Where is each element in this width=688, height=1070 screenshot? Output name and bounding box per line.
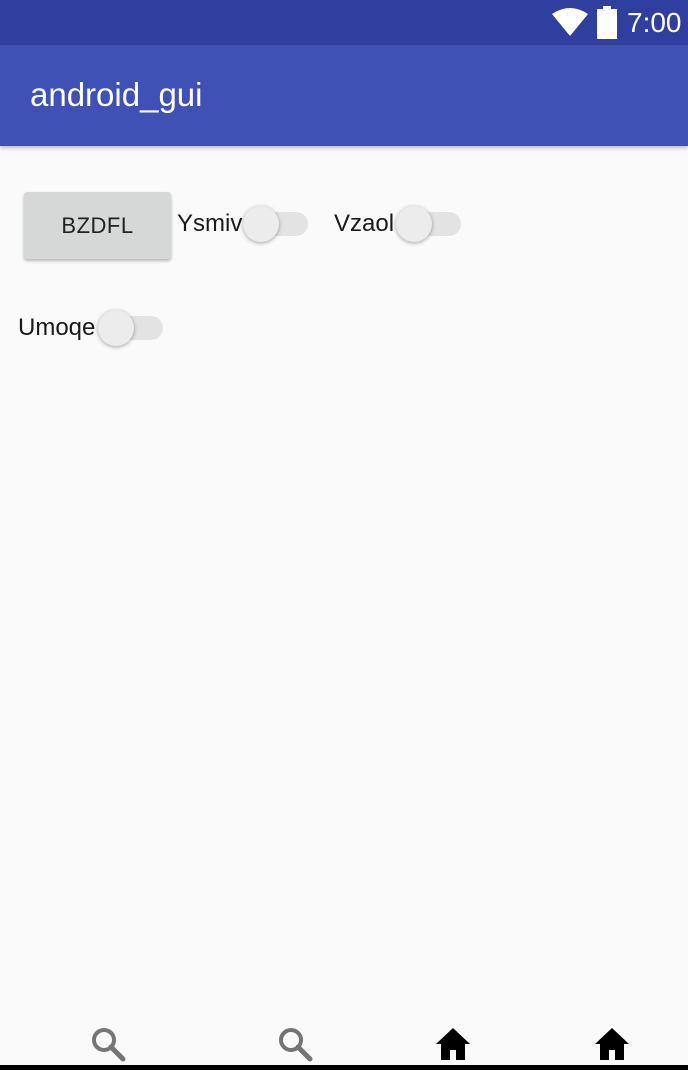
home-icon[interactable]	[594, 1026, 630, 1062]
battery-icon	[597, 6, 617, 39]
switch-vzaol[interactable]: Vzaol	[334, 204, 462, 244]
switch-label: Umoqe	[18, 314, 96, 341]
main-content: BZDFL Ysmiv Vzaol Umoqe	[0, 146, 688, 1036]
wifi-icon	[552, 8, 588, 36]
switch-label: Ysmiv	[177, 210, 243, 237]
switch-thumb	[243, 206, 279, 242]
home-icon[interactable]	[435, 1026, 471, 1062]
switch-thumb	[396, 206, 432, 242]
switch-label: Vzaol	[334, 210, 395, 237]
app-title: android_gui	[30, 76, 203, 113]
switch-thumb	[98, 310, 134, 346]
status-bar: 7:00	[0, 0, 688, 45]
nav-bar-divider	[0, 1065, 688, 1070]
bottom-nav	[0, 1012, 688, 1070]
app-bar: android_gui	[0, 45, 688, 146]
status-time: 7:00	[627, 7, 682, 38]
switch-umoqe[interactable]: Umoqe	[18, 308, 164, 348]
search-icon[interactable]	[90, 1026, 126, 1062]
switch-ysmiv[interactable]: Ysmiv	[177, 204, 308, 244]
search-icon[interactable]	[277, 1026, 313, 1062]
bzdfl-button[interactable]: BZDFL	[24, 192, 171, 259]
